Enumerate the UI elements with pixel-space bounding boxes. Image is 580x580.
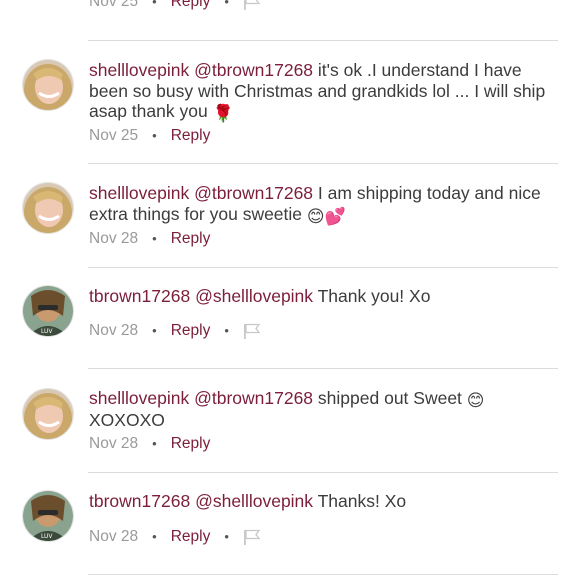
smile-hearts-emoji-icon: 😊💕 [306,206,346,226]
avatar[interactable]: LUV [22,285,74,337]
reply-button[interactable]: Reply [171,229,211,249]
divider [88,472,558,473]
comment-meta: Nov 28 • Reply • [89,527,261,547]
mention-link[interactable]: @tbrown17268 [194,183,313,203]
separator-dot: • [224,0,229,9]
flag-icon[interactable] [243,529,261,545]
comment-body: shipped out Sweet [317,388,462,408]
separator-dot: • [152,0,157,9]
divider [88,574,558,575]
comment-meta: Nov 28 • Reply [89,229,210,249]
avatar[interactable] [22,182,74,234]
comment-body: Thank you! Xo [317,286,431,306]
comment-thread: Nov 25 • Reply • shelllovepink @tbrown17… [0,0,580,580]
comment-text: shelllovepink @tbrown17268 I am shipping… [89,183,559,226]
divider [88,163,558,164]
comment-text: tbrown17268 @shelllovepink Thanks! Xo [89,491,559,512]
separator-dot: • [152,231,157,246]
mention-link[interactable]: @tbrown17268 [194,60,313,80]
comment-meta: Nov 28 • Reply [89,434,210,454]
svg-text:LUV: LUV [41,328,53,335]
divider [88,40,558,41]
comment-text: shelllovepink @tbrown17268 shipped out S… [89,388,559,431]
username-link[interactable]: tbrown17268 [89,286,190,306]
username-link[interactable]: shelllovepink [89,183,189,203]
reply-button[interactable]: Reply [171,0,211,12]
comment-body: Thanks! Xo [317,491,407,511]
reply-button[interactable]: Reply [171,527,211,547]
username-link[interactable]: shelllovepink [89,388,189,408]
reply-button[interactable]: Reply [171,321,211,341]
flag-icon[interactable] [243,323,261,339]
smile-emoji-icon: 😊 [466,391,485,410]
comment-meta: Nov 28 • Reply • [89,321,261,341]
separator-dot: • [224,323,229,338]
comment-meta: Nov 25 • Reply • [89,0,261,12]
svg-text:LUV: LUV [41,533,53,540]
comment-date: Nov 28 [89,528,139,545]
mention-link[interactable]: @shelllovepink [195,491,313,511]
comment-text: shelllovepink @tbrown17268 it's ok .I un… [89,60,559,123]
comment-meta: Nov 25 • Reply [89,126,210,146]
avatar[interactable] [22,59,74,111]
divider [88,368,558,369]
comment-text: tbrown17268 @shelllovepink Thank you! Xo [89,286,559,307]
divider [88,267,558,268]
separator-dot: • [152,128,157,143]
avatar[interactable] [22,388,74,440]
comment-date: Nov 25 [89,0,139,10]
comment-date: Nov 28 [89,435,139,452]
reply-button[interactable]: Reply [171,126,211,146]
mention-link[interactable]: @tbrown17268 [194,388,313,408]
reply-button[interactable]: Reply [171,434,211,454]
comment-date: Nov 28 [89,230,139,247]
separator-dot: • [152,323,157,338]
separator-dot: • [224,529,229,544]
comment-date: Nov 25 [89,127,139,144]
separator-dot: • [152,436,157,451]
username-link[interactable]: tbrown17268 [89,491,190,511]
rose-emoji-icon: 🌹 [212,104,234,123]
comment-body-line-2: XOXOXO [89,410,165,430]
separator-dot: • [152,529,157,544]
avatar[interactable]: LUV [22,490,74,542]
mention-link[interactable]: @shelllovepink [195,286,313,306]
username-link[interactable]: shelllovepink [89,60,189,80]
comment-date: Nov 28 [89,322,139,339]
flag-icon[interactable] [243,0,261,10]
